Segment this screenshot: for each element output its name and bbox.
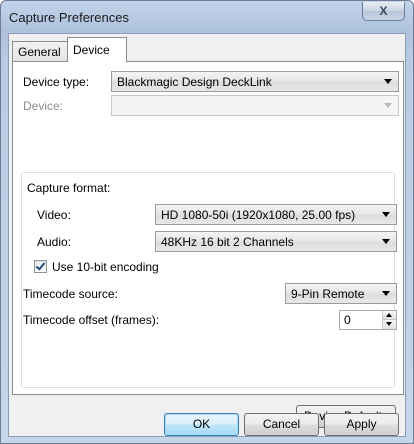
spin-up-button[interactable] [383, 311, 396, 320]
timecode-offset-value: 0 [344, 313, 351, 327]
audio-format-dropdown[interactable]: 48KHz 16 bit 2 Channels [155, 231, 397, 252]
cancel-button[interactable]: Cancel [244, 413, 319, 436]
device-type-value: Blackmagic Design DeckLink [117, 75, 272, 89]
device-type-dropdown[interactable]: Blackmagic Design DeckLink [111, 71, 399, 92]
dialog-client-area: General Device Device type: Blackmagic D… [8, 33, 406, 437]
close-button[interactable]: X [362, 2, 405, 21]
timecode-source-value: 9-Pin Remote [291, 287, 365, 301]
spinner-buttons [382, 311, 396, 329]
capture-format-label: Capture format: [27, 181, 111, 195]
chevron-down-icon [382, 239, 390, 244]
video-format-dropdown[interactable]: HD 1080-50i (1920x1080, 25.00 fps) [155, 204, 397, 225]
apply-button[interactable]: Apply [324, 413, 399, 436]
use-10-bit-label: Use 10-bit encoding [52, 260, 159, 274]
ok-button[interactable]: OK [164, 413, 239, 436]
title-bar[interactable]: Capture Preferences X [1, 1, 413, 33]
tab-device[interactable]: Device [67, 37, 127, 62]
timecode-source-dropdown[interactable]: 9-Pin Remote [285, 283, 397, 304]
device-label: Device: [23, 99, 64, 113]
device-dropdown[interactable] [111, 95, 399, 116]
tab-general[interactable]: General [12, 41, 68, 61]
spin-down-button[interactable] [383, 320, 396, 329]
close-icon: X [379, 4, 388, 18]
video-label: Video: [37, 208, 71, 222]
device-type-label: Device type: [23, 75, 90, 89]
chevron-down-icon [384, 79, 392, 84]
chevron-down-icon [384, 103, 392, 108]
device-tab-panel: Device type: Blackmagic Design DeckLink … [12, 61, 404, 428]
timecode-offset-label: Timecode offset (frames): [23, 313, 160, 327]
chevron-down-icon [382, 291, 390, 296]
chevron-down-icon [382, 212, 390, 217]
window-title: Capture Preferences [9, 10, 129, 25]
video-format-value: HD 1080-50i (1920x1080, 25.00 fps) [161, 208, 356, 222]
audio-format-value: 48KHz 16 bit 2 Channels [161, 235, 294, 249]
use-10-bit-checkbox[interactable] [34, 260, 47, 273]
timecode-source-label: Timecode source: [23, 287, 118, 301]
capture-preferences-window: Capture Preferences X General Device Dev… [0, 0, 414, 444]
checkmark-icon [35, 260, 46, 271]
audio-label: Audio: [37, 235, 72, 249]
timecode-offset-spinner[interactable]: 0 [339, 310, 397, 330]
